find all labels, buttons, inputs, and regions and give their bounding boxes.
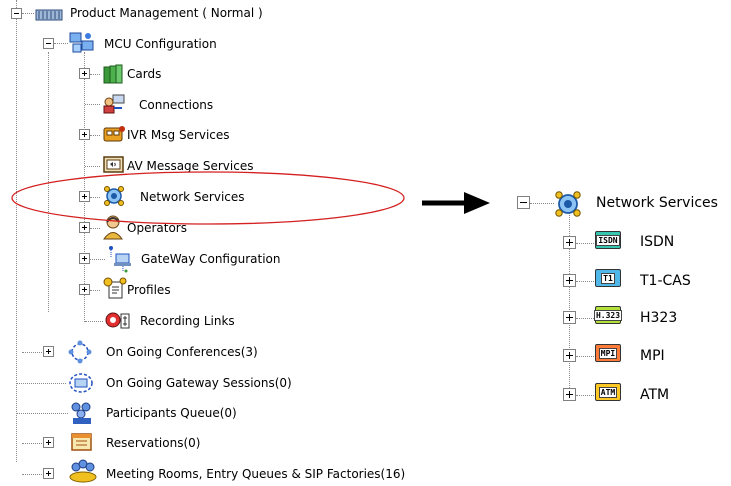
tree-line (90, 74, 100, 75)
tree-line (22, 352, 44, 353)
tree-node-label: Connections (139, 98, 214, 112)
tree-line (85, 166, 100, 167)
tree-line (576, 243, 594, 244)
tree-node-label: T1-CAS (640, 273, 691, 289)
tree-line (576, 356, 594, 357)
h323-icon: H.323 (593, 306, 623, 324)
expand-toggle[interactable] (79, 68, 90, 79)
tree-node-label: Network Services (596, 195, 718, 211)
tree-node-label: On Going Gateway Sessions(0) (106, 376, 292, 390)
tree-node-label: Profiles (127, 283, 171, 297)
tree-line (85, 104, 100, 105)
server-icon (35, 9, 63, 21)
tree-line (90, 290, 100, 291)
expand-toggle[interactable] (79, 284, 90, 295)
tree-line (16, 413, 68, 414)
mcu-config-icon (69, 32, 94, 53)
collapse-toggle[interactable] (517, 196, 530, 209)
tree-line (90, 135, 100, 136)
tree-line (22, 443, 44, 444)
collapse-toggle[interactable] (11, 8, 22, 19)
tree-node-label: Reservations(0) (106, 436, 201, 450)
tree-node-label: Cards (127, 67, 162, 81)
tree-line (16, 383, 66, 384)
tree-node-label: On Going Conferences(3) (106, 345, 258, 359)
conferences-icon (68, 340, 92, 364)
expand-toggle[interactable] (79, 253, 90, 264)
recording-links-icon (105, 312, 130, 329)
tree-line (16, 0, 17, 462)
isdn-icon: ISDN (595, 231, 621, 249)
tree-node-label: H323 (640, 310, 678, 326)
profiles-icon (103, 277, 127, 299)
tree-node-label: Product Management ( Normal ) (70, 6, 263, 20)
tree-node-label: IVR Msg Services (127, 128, 230, 142)
expand-toggle[interactable] (43, 468, 54, 479)
tree-node-label: Participants Queue(0) (106, 406, 237, 420)
connections-icon (103, 94, 125, 114)
tree-line (85, 321, 103, 322)
network-services-icon (555, 191, 581, 217)
tree-node-label: ATM (640, 387, 670, 403)
expand-toggle[interactable] (563, 274, 576, 287)
highlight-ellipse (11, 171, 405, 225)
expand-toggle[interactable] (563, 311, 576, 324)
tree-line (54, 43, 68, 44)
expand-toggle[interactable] (563, 388, 576, 401)
tree-line (22, 474, 44, 475)
tree-node-label: GateWay Configuration (141, 252, 281, 266)
tree-line (530, 203, 554, 204)
expand-toggle[interactable] (79, 129, 90, 140)
expand-toggle[interactable] (563, 349, 576, 362)
tree-line (576, 318, 594, 319)
reservations-icon (71, 433, 92, 451)
tree-line (576, 281, 594, 282)
gateway-icon (109, 246, 131, 273)
tree-line (22, 13, 34, 14)
expand-toggle[interactable] (43, 346, 54, 357)
expand-toggle[interactable] (43, 437, 54, 448)
tree-node-label: Meeting Rooms, Entry Queues & SIP Factor… (106, 467, 406, 481)
right-arrow-icon (422, 192, 490, 214)
atm-icon: ATM (595, 383, 621, 401)
t1-cas-icon: T1 (595, 269, 621, 287)
ivr-icon (103, 126, 125, 142)
collapse-toggle[interactable] (43, 38, 54, 49)
tree-line (90, 259, 105, 260)
participants-queue-icon (71, 402, 91, 424)
expand-toggle[interactable] (563, 236, 576, 249)
tree-node-label: MPI (640, 348, 665, 364)
cards-icon (103, 64, 123, 84)
tree-node-label: MCU Configuration (104, 37, 217, 51)
tree-line (576, 395, 594, 396)
mpi-icon: MPI (595, 344, 621, 362)
tree-node-label: Recording Links (140, 314, 235, 328)
meeting-rooms-icon (69, 459, 97, 483)
tree-node-label: ISDN (640, 234, 675, 250)
gateway-sessions-icon (69, 373, 93, 393)
